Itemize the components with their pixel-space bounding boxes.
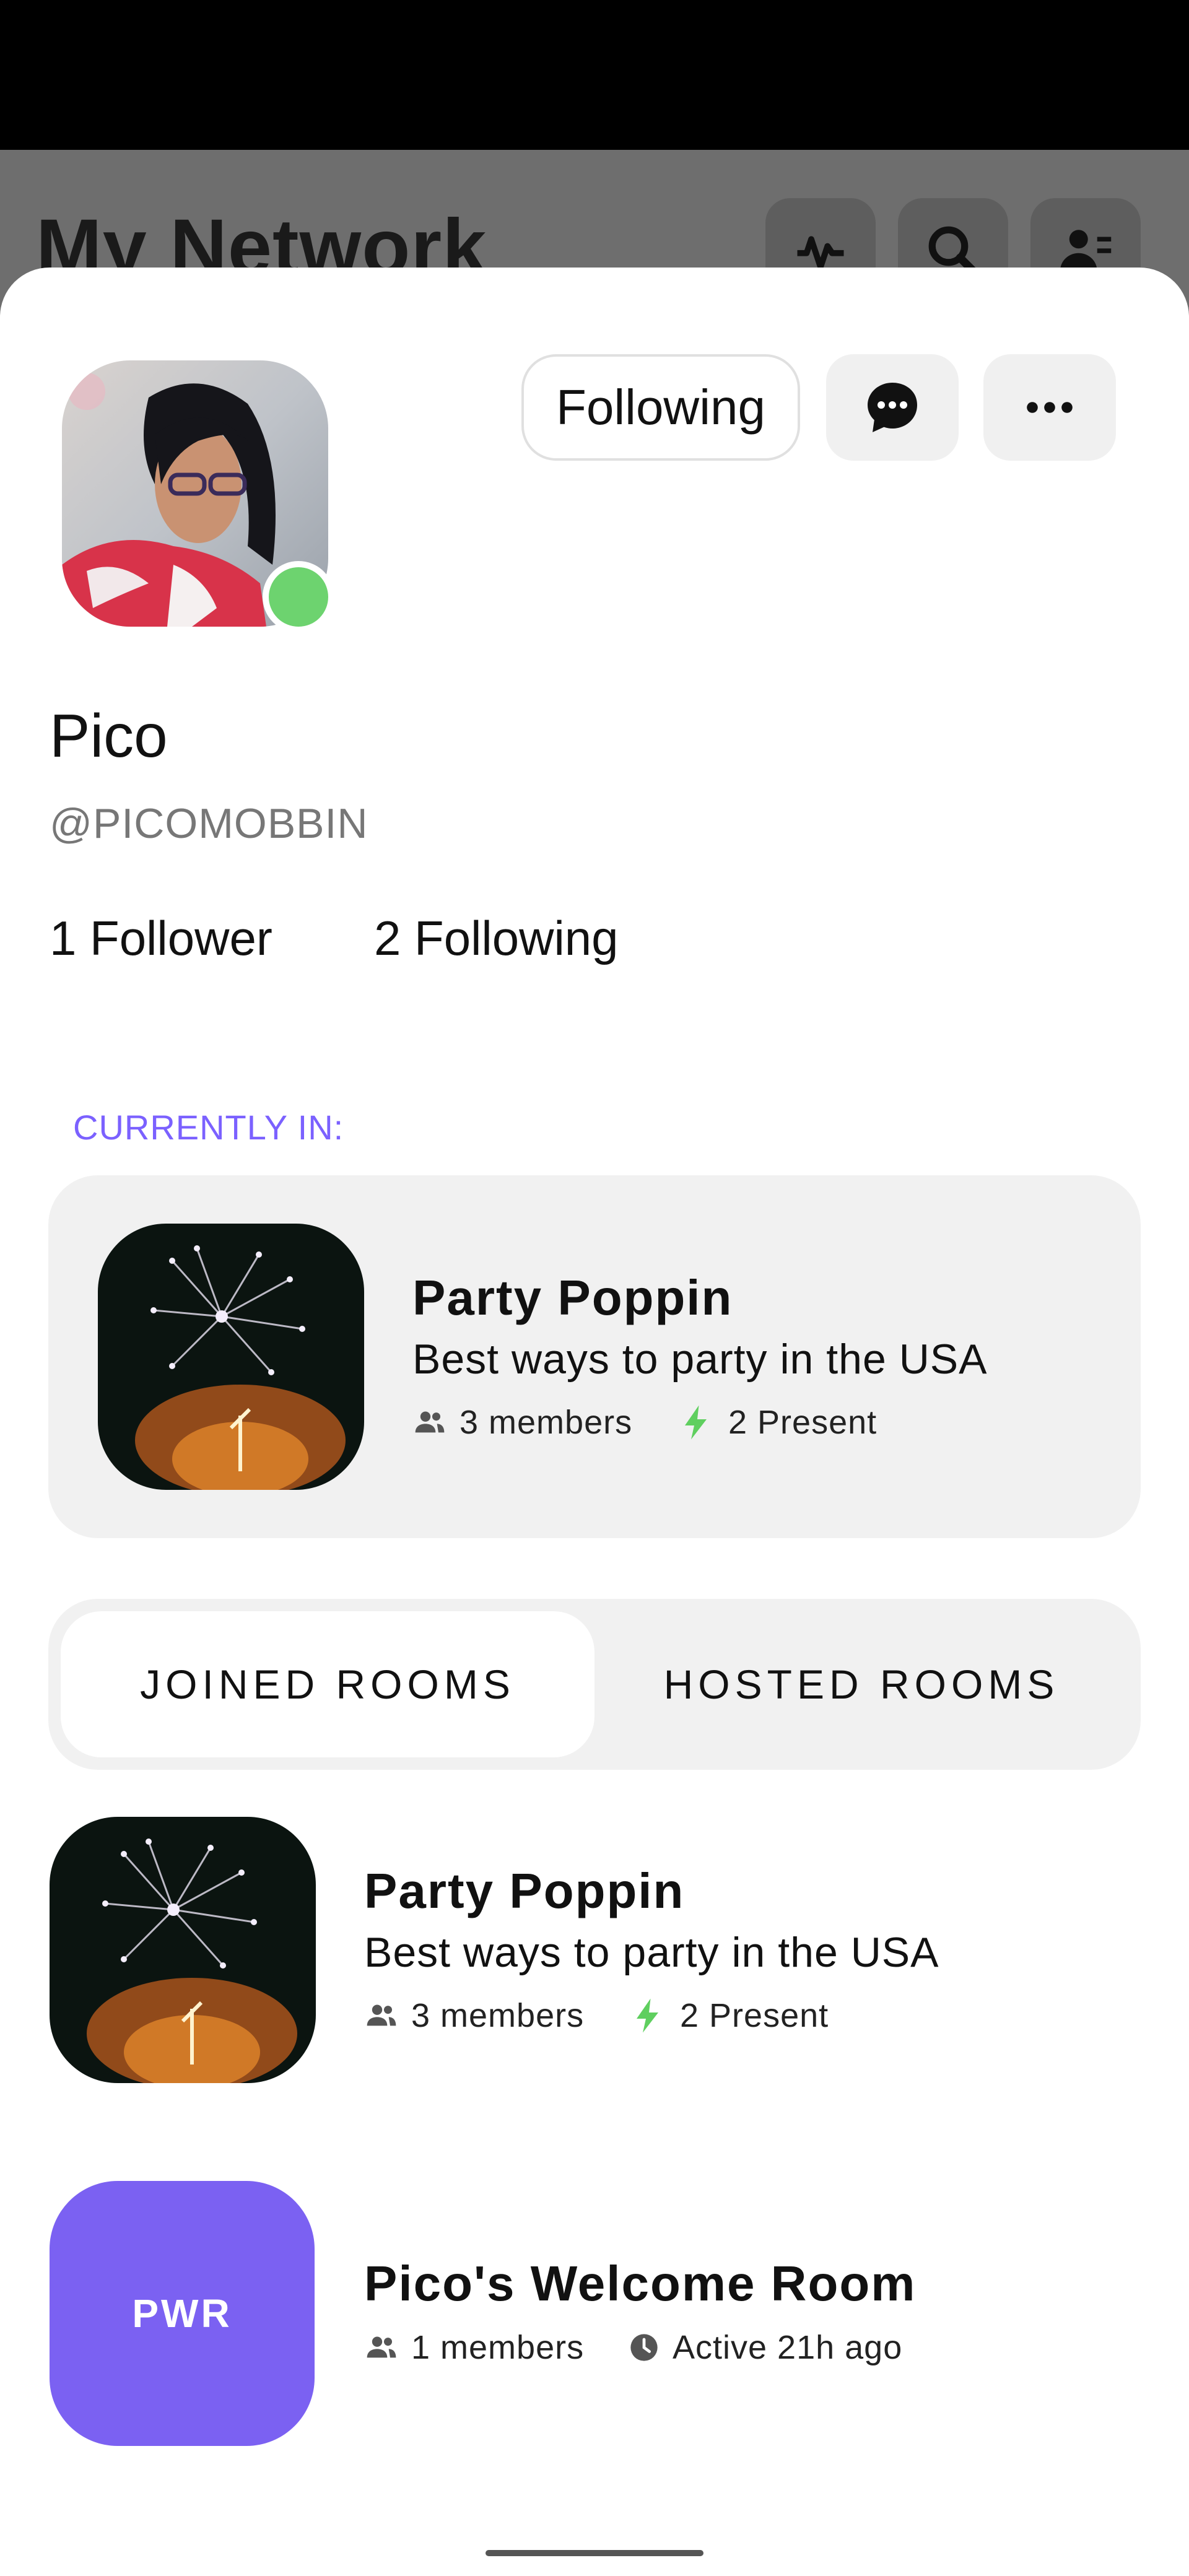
current-room-present: 2 Present: [679, 1403, 877, 1442]
members-count: 3 members: [459, 1404, 633, 1441]
room-title: Pico's Welcome Room: [364, 2256, 917, 2311]
room-description: Best ways to party in the USA: [364, 1929, 939, 1976]
current-room-description: Best ways to party in the USA: [412, 1336, 988, 1383]
lightning-icon: [685, 1405, 707, 1440]
profile-name: Pico: [50, 702, 168, 770]
members-count: 1 members: [411, 2329, 585, 2366]
clock-icon: [630, 2334, 658, 2361]
room-thumbnail: [50, 1817, 316, 2083]
current-room-title: Party Poppin: [412, 1270, 733, 1325]
room-title: Party Poppin: [364, 1863, 685, 1918]
profile-handle: @PICOMOBBIN: [50, 800, 368, 847]
current-room-thumbnail: [98, 1224, 364, 1490]
tab-joined-rooms[interactable]: JOINED ROOMS: [61, 1611, 594, 1757]
current-room-members: 3 members: [412, 1403, 632, 1442]
home-indicator[interactable]: [486, 2550, 703, 2556]
present-count: 2 Present: [680, 1997, 829, 2034]
tab-hosted-rooms[interactable]: HOSTED ROOMS: [594, 1611, 1128, 1757]
following-button[interactable]: Following: [521, 354, 800, 461]
room-members: 3 members: [364, 1996, 584, 2035]
message-button[interactable]: [826, 354, 959, 461]
members-icon: [367, 2336, 396, 2358]
present-count: 2 Present: [728, 1404, 878, 1441]
status-bar: [0, 0, 1189, 150]
rooms-tab-bar: JOINED ROOMS HOSTED ROOMS: [48, 1599, 1141, 1770]
room-activity: Active 21h ago: [628, 2328, 902, 2367]
fireworks-image: [50, 1817, 316, 2083]
activity-text: Active 21h ago: [673, 2329, 903, 2366]
online-status-indicator: [263, 561, 334, 633]
more-options-button[interactable]: [983, 354, 1116, 461]
room-initials-thumbnail: PWR: [50, 2181, 315, 2446]
chat-bubble-icon: [868, 383, 917, 432]
members-count: 3 members: [411, 1997, 585, 2034]
members-icon: [415, 1411, 445, 1433]
more-horizontal-icon: [1027, 402, 1073, 413]
room-present: 2 Present: [630, 1996, 829, 2035]
currently-in-label: CURRENTLY IN:: [73, 1108, 344, 1147]
room-members: 1 members: [364, 2328, 584, 2367]
followers-count[interactable]: 1 Follower: [50, 910, 272, 966]
members-icon: [367, 2004, 396, 2026]
lightning-icon: [637, 1998, 658, 2033]
fireworks-image: [98, 1224, 364, 1490]
following-count[interactable]: 2 Following: [374, 910, 619, 966]
